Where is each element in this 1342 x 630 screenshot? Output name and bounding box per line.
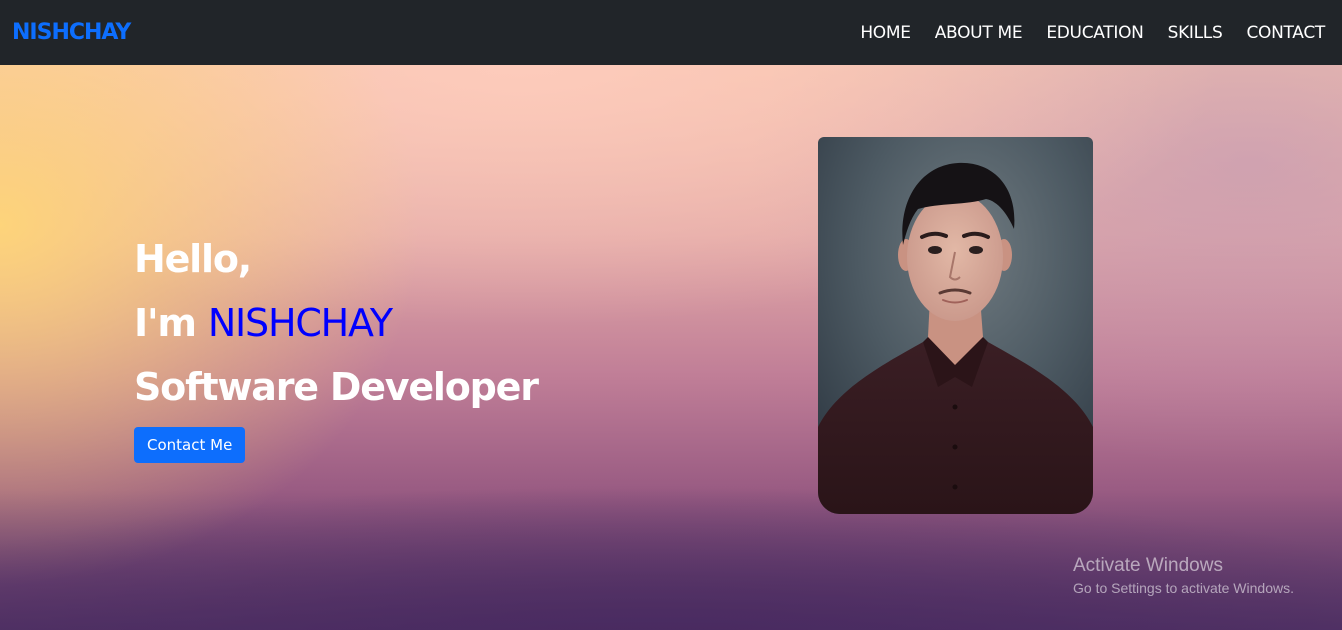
hero-greeting: Hello, [134,237,252,281]
nav-links: HOME ABOUT ME EDUCATION SKILLS CONTACT [860,23,1325,43]
hero-intro-prefix: I'm [134,301,208,345]
hero-role: Software Developer [134,365,539,409]
nav-link-education[interactable]: EDUCATION [1046,23,1144,43]
contact-me-button[interactable]: Contact Me [134,427,246,463]
nav-link-home[interactable]: HOME [860,23,911,43]
profile-photo [818,137,1093,514]
nav-link-skills[interactable]: SKILLS [1168,23,1223,43]
nav-link-contact[interactable]: CONTACT [1246,23,1325,43]
activate-windows-watermark: Activate Windows Go to Settings to activ… [1073,554,1294,598]
profile-photo-illustration [818,137,1093,514]
hero-section: Hello, I'm NISHCHAY Software Developer C… [0,65,1342,630]
watermark-subtitle: Go to Settings to activate Windows. [1073,580,1294,596]
hero-intro: I'm NISHCHAY [134,291,538,355]
brand-logo[interactable]: NISHCHAY [12,20,131,45]
page: NISHCHAY HOME ABOUT ME EDUCATION SKILLS … [0,0,1342,630]
navbar: NISHCHAY HOME ABOUT ME EDUCATION SKILLS … [0,0,1342,65]
nav-link-about-me[interactable]: ABOUT ME [935,23,1023,43]
hero-text: Hello, I'm NISHCHAY Software Developer C… [134,227,539,463]
watermark-title: Activate Windows [1073,555,1223,576]
hero-name: NISHCHAY [207,301,393,345]
